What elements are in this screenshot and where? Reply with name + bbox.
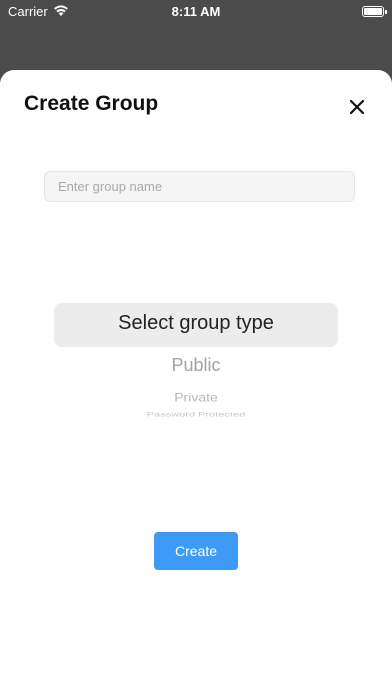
picker-option-selected[interactable]: Select group type [0,312,392,335]
picker-option-public[interactable]: Public [0,355,392,376]
close-icon [349,99,365,115]
group-name-input[interactable] [44,171,355,202]
clock-time: 8:11 AM [171,4,221,19]
status-bar: Carrier 8:11 AM [0,0,392,22]
create-button[interactable]: Create [154,532,238,570]
close-button[interactable] [344,94,370,120]
group-type-picker[interactable]: Select group type Public Private Passwor… [0,295,392,420]
picker-option-password-protected[interactable]: Password Protected [0,412,392,419]
battery-icon [362,6,387,17]
picker-option-private[interactable]: Private [0,390,392,404]
page-title: Create Group [24,92,159,115]
create-group-sheet: Create Group Select group type Public Pr… [0,70,392,696]
